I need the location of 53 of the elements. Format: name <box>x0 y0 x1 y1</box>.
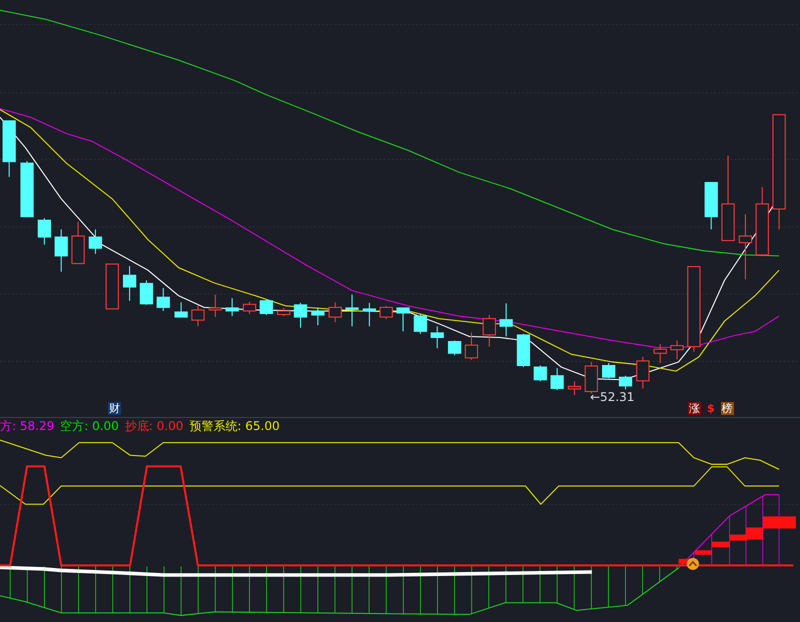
candlestick <box>670 340 684 360</box>
candlestick <box>534 366 547 382</box>
candlestick <box>174 302 188 318</box>
indicator-value: 方: 58.29 <box>0 418 54 435</box>
candlestick <box>430 326 444 348</box>
candlestick <box>277 308 290 316</box>
candlestick <box>106 264 119 310</box>
candlestick <box>54 229 68 272</box>
candlestick <box>88 229 102 254</box>
candlestick <box>516 334 530 368</box>
candlestick <box>2 120 16 177</box>
candlestick <box>448 340 462 356</box>
candlestick <box>122 266 136 301</box>
candlestick <box>550 368 564 390</box>
candlestick <box>140 280 154 305</box>
candlestick <box>380 306 393 320</box>
candlestick <box>38 218 52 245</box>
candlestick <box>602 362 616 378</box>
candlestick <box>328 302 342 322</box>
candlestick <box>345 294 359 326</box>
indicator-value: 空方: 0.00 <box>60 418 119 435</box>
candlestick <box>464 332 478 360</box>
candlestick <box>242 302 256 314</box>
candlestick <box>414 314 428 334</box>
candlestick <box>738 214 752 280</box>
candlestick <box>704 182 718 230</box>
candlestick <box>396 307 410 332</box>
candlestick <box>654 344 667 363</box>
candlestick <box>362 302 376 326</box>
candlestick <box>500 303 513 336</box>
candlestick <box>191 304 205 326</box>
candlestick <box>260 300 273 316</box>
candlestick <box>20 161 34 218</box>
candlestick <box>226 298 239 316</box>
candlestick <box>618 376 632 390</box>
indicator-value: 抄底: 0.00 <box>124 418 184 435</box>
candlestick <box>71 222 85 264</box>
candlestick <box>636 356 650 388</box>
candlestick <box>756 187 769 256</box>
candlestick <box>156 288 170 311</box>
dollar-sign-marker: $ <box>707 402 715 415</box>
candlestick <box>568 381 582 396</box>
indicator-value: 预警系统: 65.00 <box>189 418 280 435</box>
chart-tag: 涨 <box>688 402 701 415</box>
chart-tag: 榜 <box>720 402 734 415</box>
candlestick <box>482 315 496 347</box>
candlestick <box>311 307 324 326</box>
candlestick <box>294 302 308 328</box>
candlestick <box>208 294 222 318</box>
low-price-label: ←52.31 <box>590 390 634 404</box>
chart-tag: 财 <box>108 402 121 415</box>
candlestick <box>584 362 598 394</box>
signal-icon <box>686 558 699 570</box>
